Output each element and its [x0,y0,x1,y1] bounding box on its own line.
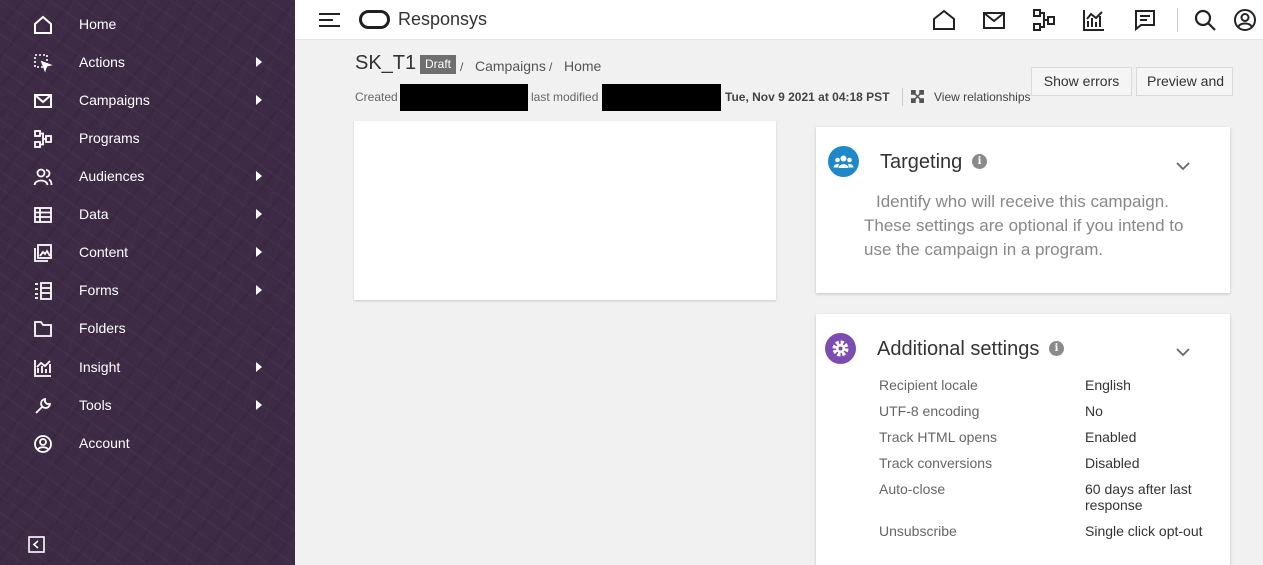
sidebar-item-audiences[interactable]: Audiences [0,157,295,195]
meta-divider [902,88,903,106]
collapse-sidebar-icon[interactable] [28,536,45,553]
sidebar-item-data[interactable]: Data [0,195,295,233]
sidebar-item-label: Audiences [79,168,145,184]
sidebar-item-content[interactable]: Content [0,233,295,271]
toolbar-divider [1177,8,1178,32]
submenu-caret-icon [256,247,262,257]
preview-button[interactable]: Preview and [1136,67,1233,96]
targeting-description: Identify who will receive this campaign.… [864,192,1184,259]
sidebar-item-label: Home [79,16,117,32]
account-circle-icon [33,434,53,454]
setting-value-track-conversions: Disabled [1085,455,1140,471]
submenu-caret-icon [256,362,262,372]
sidebar-item-programs[interactable]: Programs [0,119,295,157]
chevron-down-icon[interactable] [1176,158,1190,171]
info-icon[interactable]: i [1049,341,1064,356]
form-list-icon [33,281,53,301]
submenu-caret-icon [256,57,262,67]
additional-settings-card: Additional settings i Recipient locale E… [816,314,1230,565]
program-flow-icon [33,129,53,149]
sidebar-item-label: Programs [79,130,140,146]
table-icon [33,205,53,225]
info-icon[interactable]: i [972,154,987,169]
sidebar-item-label: Forms [79,282,119,298]
gear-icon [825,333,856,364]
search-icon[interactable] [1193,8,1217,32]
content-image-icon [33,243,53,263]
setting-label-unsubscribe: Unsubscribe [879,523,957,539]
user-profile-icon[interactable] [1233,8,1257,32]
sidebar-item-label: Tools [79,397,112,413]
submenu-caret-icon [256,285,262,295]
oracle-logo-icon [359,10,390,29]
setting-value-utf8-encoding: No [1085,403,1103,419]
sidebar-item-label: Account [79,435,130,451]
modified-date: Tue, Nov 9 2021 at 04:18 PST [725,90,890,104]
view-relationships-link[interactable]: View relationships [934,90,1031,104]
relationships-icon[interactable] [910,89,925,104]
submenu-caret-icon [256,95,262,105]
sidebar-item-insight[interactable]: Insight [0,348,295,386]
chart-icon [33,358,53,378]
breadcrumb-campaigns[interactable]: Campaigns [475,58,546,74]
setting-label-track-html-opens: Track HTML opens [879,429,997,445]
sidebar-item-label: Actions [79,54,125,70]
wrench-icon [33,396,53,416]
setting-label-recipient-locale: Recipient locale [879,377,978,393]
setting-value-recipient-locale: English [1085,377,1131,393]
show-errors-button[interactable]: Show errors [1031,67,1132,96]
sidebar-item-actions[interactable]: Actions [0,43,295,81]
last-modified-label: last modified [531,90,599,104]
sidebar-item-label: Content [79,244,129,260]
sidebar-item-label: Campaigns [79,92,150,108]
notes-icon[interactable] [1133,8,1157,32]
home-icon[interactable] [932,8,956,32]
mail-icon [33,91,53,111]
sidebar-item-home[interactable]: Home [0,5,295,43]
sidebar-item-folders[interactable]: Folders [0,309,295,347]
sidebar-item-label: Folders [79,320,126,336]
sidebar-item-label: Insight [79,359,121,375]
users-icon [33,167,53,187]
audience-group-icon [828,146,859,177]
chevron-down-icon[interactable] [1176,344,1190,357]
hamburger-menu-icon[interactable] [319,12,340,28]
sidebar-item-label: Data [79,206,109,222]
actions-icon [33,53,53,73]
brand-name: Responsys [398,9,488,29]
additional-settings-title: Additional settings [877,338,1040,360]
setting-value-track-html-opens: Enabled [1085,429,1137,445]
breadcrumb-separator: / [549,60,553,74]
top-bar: Responsys [295,0,1263,40]
submenu-caret-icon [256,209,262,219]
sidebar-item-forms[interactable]: Forms [0,271,295,309]
targeting-card: Targeting i Identify who will receive th… [816,127,1230,293]
status-badge: Draft [420,55,457,74]
redacted-created-by [400,84,528,111]
created-label: Created [355,90,398,104]
breadcrumb-home[interactable]: Home [564,58,601,74]
sidebar-item-tools[interactable]: Tools [0,386,295,424]
setting-value-auto-close: 60 days after last response [1085,481,1192,513]
sidebar: Home Actions Campaigns Programs Audience… [0,0,295,565]
submenu-caret-icon [256,171,262,181]
submenu-caret-icon [256,400,262,410]
targeting-title: Targeting [880,151,963,173]
sidebar-item-account[interactable]: Account [0,424,295,462]
chart-icon[interactable] [1082,8,1106,32]
mail-icon[interactable] [982,8,1006,32]
setting-label-track-conversions: Track conversions [879,455,993,471]
setting-label-utf8-encoding: UTF-8 encoding [879,403,980,419]
folder-icon [33,319,53,339]
campaign-preview-panel [354,121,776,300]
sidebar-item-campaigns[interactable]: Campaigns [0,81,295,119]
redacted-modified-by [602,84,721,111]
setting-value-unsubscribe: Single click opt-out [1085,523,1203,539]
setting-label-auto-close: Auto-close [879,481,946,497]
breadcrumb-separator: / [460,60,464,74]
home-icon [33,15,53,35]
program-flow-icon[interactable] [1032,8,1056,32]
page-title: SK_T1 [355,52,417,74]
